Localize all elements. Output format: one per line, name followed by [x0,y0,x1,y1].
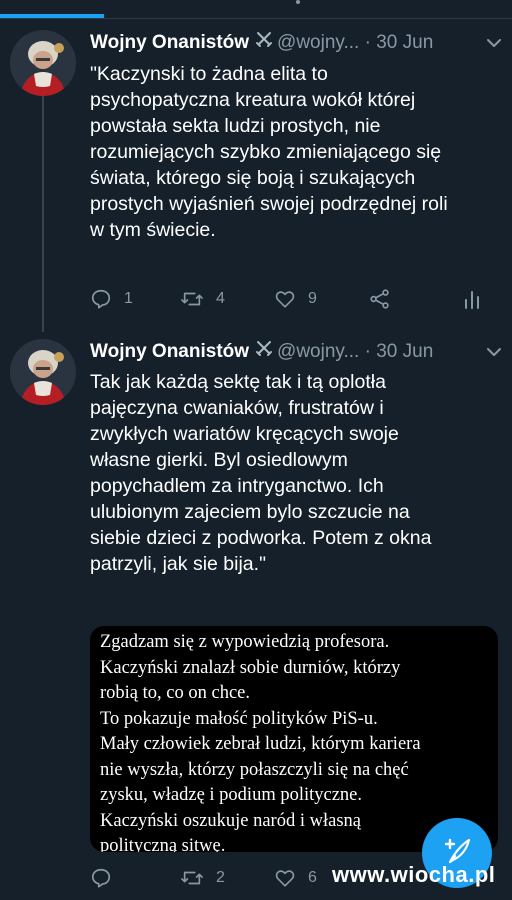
like-count: 9 [308,290,317,307]
crossed-swords-icon [255,30,273,56]
analytics-icon [462,288,482,310]
like-count: 6 [308,869,317,886]
share-button[interactable] [369,285,391,313]
tweet-text: Tak jak każdą sektę tak i tą oplotła paj… [90,371,432,575]
tweet-text: "Kaczynski to żadna elita to psychopatyc… [90,63,448,241]
avatar[interactable] [10,30,76,96]
handle[interactable]: @wojny... [277,32,359,53]
image-text: Zgadzam się z wypowiedzią profesora. Kac… [100,632,421,852]
reply-button[interactable] [90,864,124,892]
like-button[interactable]: 6 [274,864,317,892]
top-divider [0,18,512,19]
tweet-1[interactable]: Wojny Onanistów @wojny... · 30 Jun "Kaczy… [0,30,512,332]
retweet-icon [180,867,204,889]
handle[interactable]: @wojny... [277,341,359,362]
display-name[interactable]: Wojny Onanistów [90,341,249,362]
top-dot [296,0,300,4]
retweet-count: 2 [216,869,225,886]
like-icon [274,288,296,310]
like-icon [274,867,296,889]
share-icon [369,288,391,310]
retweet-icon [180,288,204,310]
separator: · [364,32,371,54]
reply-icon [90,867,112,889]
reply-count: 1 [124,290,133,307]
tweet-header: Wojny Onanistów @wojny... · 30 Jun [90,339,502,365]
retweet-button[interactable]: 2 [180,864,225,892]
separator: · [364,341,371,363]
retweet-count: 4 [216,290,225,307]
display-name[interactable]: Wojny Onanistów [90,32,249,53]
timestamp[interactable]: 30 Jun [376,32,433,53]
reply-button[interactable]: 1 [90,285,133,313]
timestamp[interactable]: 30 Jun [376,341,433,362]
analytics-button[interactable] [462,285,482,313]
chevron-down-icon[interactable] [486,30,502,64]
avatar[interactable] [10,339,76,405]
action-bar: 1 4 9 [90,285,490,313]
crossed-swords-icon [255,339,273,365]
thread-line [42,96,44,332]
retweet-button[interactable]: 4 [180,285,225,313]
watermark: www.wiocha.pl [332,862,496,887]
chevron-down-icon[interactable] [486,339,502,373]
tweet-image[interactable]: Zgadzam się z wypowiedzią profesora. Kac… [90,626,498,852]
tweet-header: Wojny Onanistów @wojny... · 30 Jun [90,30,502,56]
like-button[interactable]: 9 [274,285,317,313]
reply-icon [90,288,112,310]
